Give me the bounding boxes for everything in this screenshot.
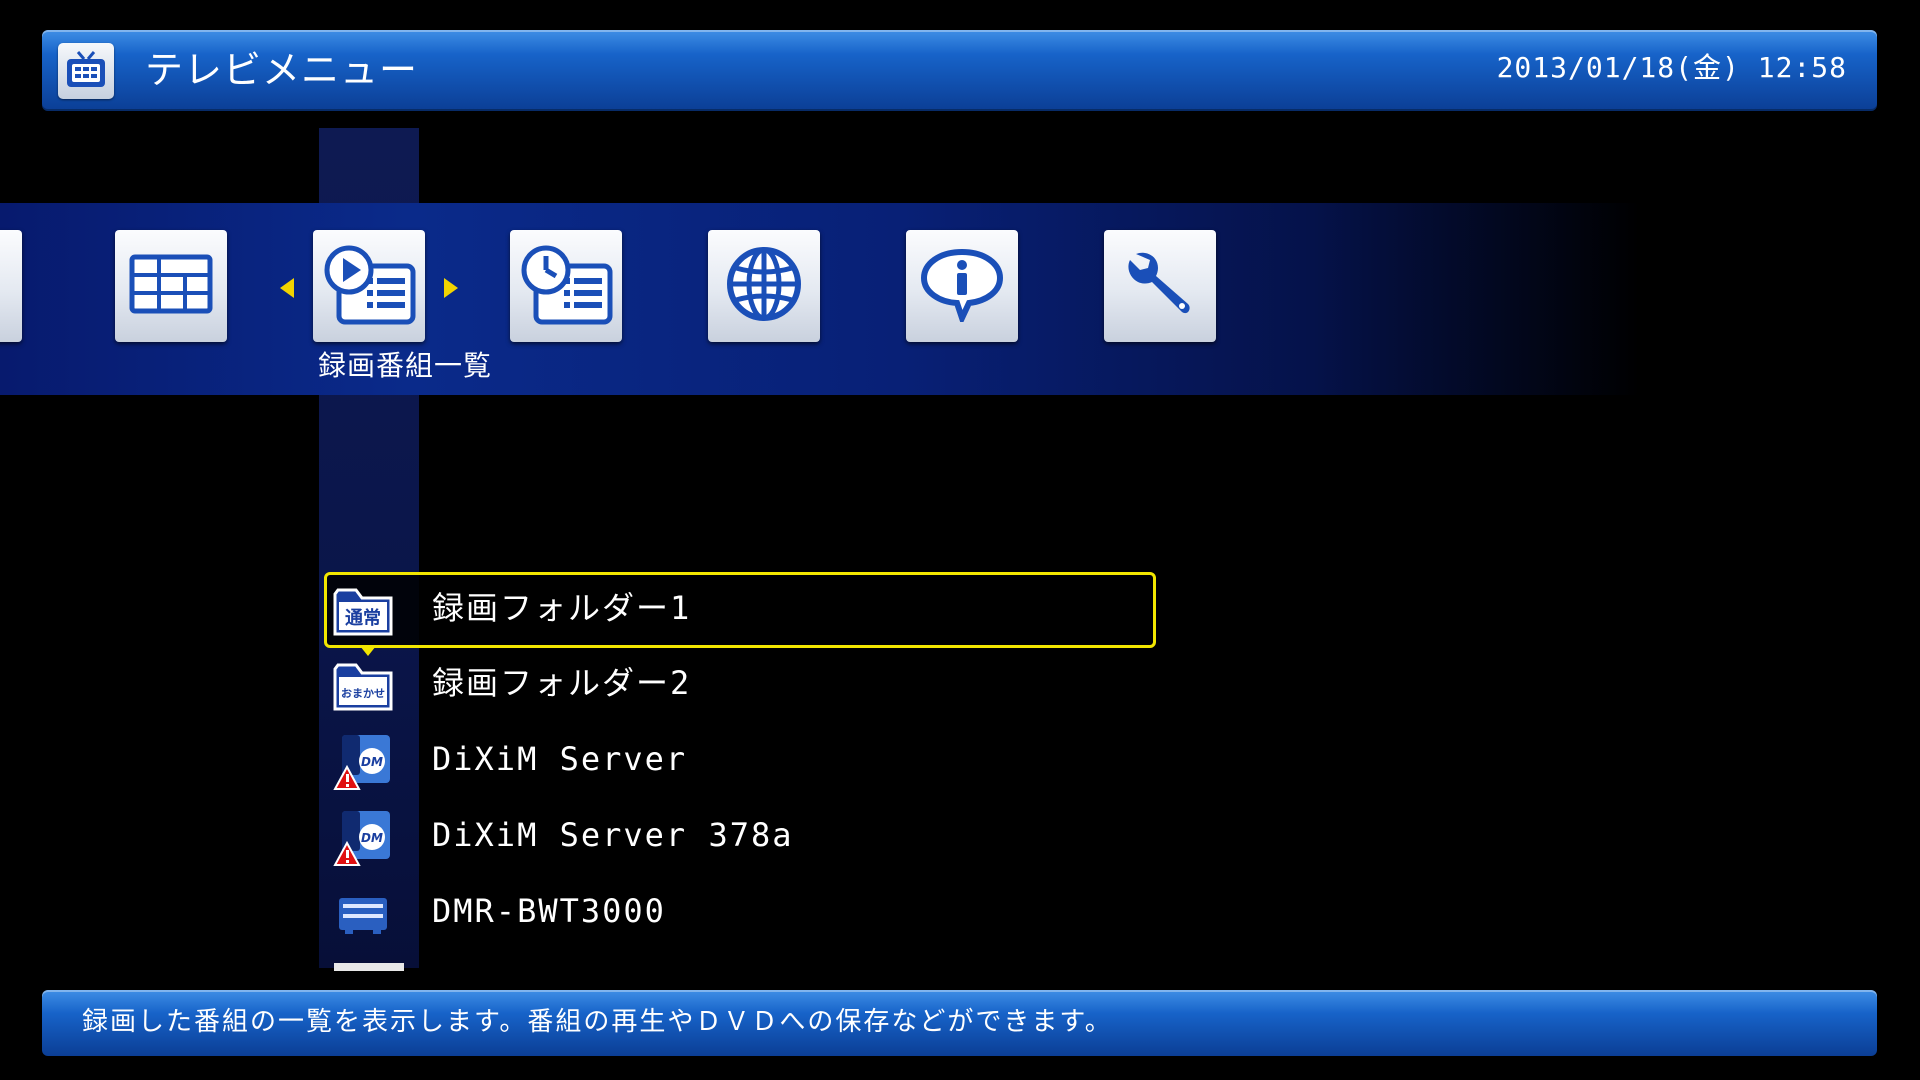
menu-icon-band (0, 203, 1640, 395)
list-item-dixim-server-378a[interactable]: DM DiXiM Server 378a (324, 799, 1154, 873)
settings-wrench-icon (1122, 246, 1198, 326)
folder-normal-icon: 通常 (332, 580, 394, 642)
recorder-device-icon (332, 883, 394, 945)
list-item-label: DiXiM Server 378a (432, 816, 794, 854)
header-bar: テレビメニュー 2013/01/18(金) 12:58 (42, 30, 1877, 111)
help-text: 録画した番組の一覧を表示します。番組の再生やＤＶＤへの保存などができます。 (82, 1007, 1113, 1037)
dixim-icon-text: DM (361, 831, 383, 845)
dixim-server-warning-icon: DM (332, 807, 394, 869)
list-item-dixim-server[interactable]: DM DiXiM Server (324, 723, 1154, 797)
folder-icon-text: 通常 (345, 607, 381, 629)
folder-icon-text: おまかせ (341, 687, 385, 700)
menu-tile-settings[interactable] (1104, 230, 1216, 342)
list-item-label: 録画フォルダー1 (432, 589, 692, 627)
info-icon (919, 246, 1005, 327)
dixim-server-warning-icon: DM (332, 731, 394, 793)
list-item-recording-folder-2[interactable]: おまかせ 録画フォルダー2 (324, 647, 1154, 721)
list-item-dmr-bwt3000[interactable]: DMR-BWT3000 (324, 875, 1154, 949)
folder-omakase-icon: おまかせ (332, 655, 394, 717)
selected-menu-label: 録画番組一覧 (318, 349, 493, 382)
menu-prev-arrow[interactable] (280, 278, 294, 298)
menu-tile-program-guide[interactable] (115, 230, 227, 342)
footer-bar: 録画した番組の一覧を表示します。番組の再生やＤＶＤへの保存などができます。 (42, 990, 1877, 1056)
list-item-recording-folder-1[interactable]: 通常 録画フォルダー1 (324, 572, 1156, 648)
recorded-list-icon (321, 242, 417, 330)
list-item-label: 録画フォルダー2 (432, 664, 692, 702)
list-scroll-indicator (334, 963, 404, 971)
dixim-icon-text: DM (361, 755, 383, 769)
menu-next-arrow[interactable] (444, 278, 458, 298)
list-item-label: DiXiM Server (432, 740, 688, 778)
menu-tile-info[interactable] (906, 230, 1018, 342)
internet-globe-icon (724, 244, 804, 328)
timer-recording-icon (518, 242, 614, 330)
menu-tile-recorded-list[interactable] (313, 230, 425, 342)
list-item-label: DMR-BWT3000 (432, 892, 666, 930)
program-guide-icon (129, 254, 213, 318)
menu-tile-partial[interactable] (0, 230, 41, 342)
page-title: テレビメニュー (145, 48, 419, 92)
menu-tile-timer-recording[interactable] (510, 230, 622, 342)
tv-icon (58, 43, 114, 99)
menu-tile-internet[interactable] (708, 230, 820, 342)
datetime-display: 2013/01/18(金) 12:58 (1496, 51, 1847, 84)
